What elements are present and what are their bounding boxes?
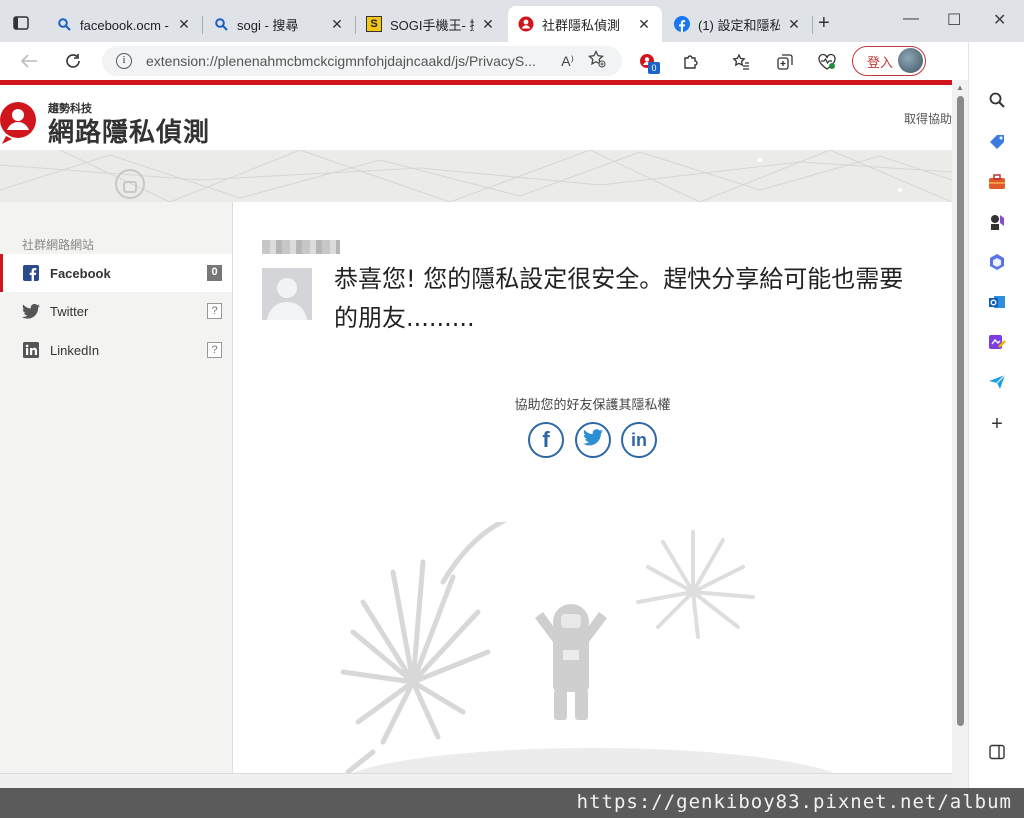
watermark-text: https://genkiboy83.pixnet.net/album (576, 791, 1012, 813)
sidebar-item-twitter[interactable]: Twitter ? (0, 292, 232, 330)
share-label: 協助您的好友保護其隱私權 (514, 398, 671, 413)
watermark-bar: https://genkiboy83.pixnet.net/album (0, 788, 1024, 818)
url-text[interactable]: extension://plenenahmcbmckcigmnfohjdajnc… (146, 53, 541, 69)
new-tab-button[interactable]: + (818, 12, 830, 35)
sidebar-item-linkedin[interactable]: LinkedIn ? (0, 331, 232, 369)
tab-label: SOGI手機王- 提供 (390, 17, 474, 33)
tools-briefcase-icon[interactable] (987, 172, 1007, 192)
browser-toolbar: i extension://plenenahmcbmckcigmnfohjdaj… (0, 42, 1024, 80)
login-button[interactable]: 登入 (852, 46, 926, 76)
microsoft-365-icon[interactable] (987, 252, 1007, 272)
sidebar-item-label: LinkedIn (50, 342, 100, 358)
maximize-button[interactable]: ☐ (947, 10, 961, 30)
sidebar-item-label: Facebook (50, 265, 111, 281)
result-message: 恭喜您! 您的隱私設定很安全。趕快分享給可能也需要的朋友......... (334, 265, 904, 332)
shopping-tag-icon[interactable] (987, 132, 1007, 152)
celebration-illustration (313, 514, 873, 788)
share-linkedin-button[interactable]: in (621, 422, 657, 458)
tab-facebook-settings[interactable]: (1) 設定和隱私 | F ✕ (664, 6, 812, 42)
tab-actions-icon[interactable] (10, 12, 32, 34)
hide-sidebar-icon[interactable] (987, 742, 1007, 762)
facebook-icon (22, 264, 40, 282)
linkedin-icon (22, 341, 40, 359)
back-button[interactable] (18, 50, 40, 72)
page-scrollbar[interactable]: ▲ (952, 80, 968, 788)
tab-label: (1) 設定和隱私 | F (698, 17, 780, 33)
browser-tab-bar: facebook.ocm - 搜 ✕ sogi - 搜尋 ✕ S SOGI手機王… (0, 0, 1024, 42)
add-sidebar-icon[interactable]: + (987, 413, 1007, 435)
page-bottom-bar (0, 773, 952, 788)
facebook-logo-icon (674, 16, 690, 32)
read-aloud-icon[interactable]: A⁾ (561, 53, 574, 70)
scroll-up-icon[interactable]: ▲ (956, 83, 964, 92)
page-viewport: 趨勢科技 網路隱私偵測 取得協助 社群網路網站 Facebook 0 Twitt… (0, 80, 952, 788)
designer-icon[interactable] (987, 332, 1007, 352)
social-network-sidebar: 社群網路網站 Facebook 0 Twitter ? LinkedIn ? (0, 202, 233, 788)
privacy-scanner-logo-icon (0, 100, 40, 144)
add-favorite-icon[interactable] (588, 49, 606, 72)
close-icon[interactable]: ✕ (329, 16, 345, 33)
close-icon[interactable]: ✕ (636, 16, 652, 33)
page-title: 網路隱私偵測 (48, 118, 211, 148)
help-link[interactable]: 取得協助 (904, 110, 952, 127)
tab-sogi-search[interactable]: sogi - 搜尋 ✕ (203, 6, 355, 42)
search-icon[interactable] (987, 90, 1007, 110)
privacy-logo-icon (518, 16, 534, 32)
blurred-username (262, 240, 340, 254)
issue-count-badge: ? (207, 303, 222, 319)
tab-label: facebook.ocm - 搜 (80, 17, 170, 33)
profile-avatar-placeholder (262, 268, 312, 320)
close-window-button[interactable]: ✕ (993, 10, 1006, 30)
tab-facebook-search[interactable]: facebook.ocm - 搜 ✕ (46, 6, 202, 42)
tab-label: sogi - 搜尋 (237, 17, 299, 33)
twitter-icon (22, 302, 40, 320)
extension-badge: 0 (648, 62, 660, 74)
tab-label: 社群隱私偵測 (542, 17, 621, 33)
share-facebook-button[interactable]: f (528, 422, 564, 458)
avatar (898, 48, 923, 73)
collections-icon[interactable] (775, 52, 795, 72)
share-twitter-button[interactable] (575, 422, 611, 458)
minimize-button[interactable]: — (903, 10, 919, 28)
issue-count-badge: ? (207, 342, 222, 358)
outlook-icon[interactable] (987, 292, 1007, 312)
favorites-icon[interactable] (731, 52, 751, 72)
send-icon[interactable] (987, 372, 1007, 392)
refresh-button[interactable] (62, 50, 84, 72)
login-label: 登入 (867, 54, 894, 70)
main-content: 恭喜您! 您的隱私設定很安全。趕快分享給可能也需要的朋友......... 協助… (233, 202, 952, 788)
extensions-puzzle-icon[interactable] (681, 52, 701, 72)
tab-sogi-site[interactable]: S SOGI手機王- 提供 ✕ (356, 6, 506, 42)
header-banner (0, 150, 952, 202)
close-icon[interactable]: ✕ (176, 16, 192, 33)
sidebar-item-facebook[interactable]: Facebook 0 (0, 254, 232, 292)
browser-essentials-icon[interactable] (817, 52, 837, 72)
address-bar[interactable]: i extension://plenenahmcbmckcigmnfohjdaj… (102, 46, 622, 76)
close-icon[interactable]: ✕ (480, 16, 496, 33)
edge-sidebar: + (968, 42, 1024, 788)
games-icon[interactable] (987, 212, 1007, 232)
search-icon (56, 16, 72, 32)
close-icon[interactable]: ✕ (786, 16, 802, 33)
extension-icon[interactable]: 0 (638, 52, 660, 74)
sidebar-heading: 社群網路網站 (22, 238, 95, 252)
tab-separator (812, 16, 813, 34)
twitter-icon (583, 429, 603, 451)
scrollbar-thumb[interactable] (957, 96, 964, 726)
accent-bar (0, 80, 952, 85)
site-info-icon[interactable]: i (116, 53, 132, 69)
facebook-icon: f (542, 427, 550, 452)
sogi-logo-icon: S (366, 16, 382, 32)
linkedin-icon: in (631, 429, 647, 450)
tab-privacy-scanner[interactable]: 社群隱私偵測 ✕ (508, 6, 662, 42)
sidebar-item-label: Twitter (50, 303, 89, 319)
issue-count-badge: 0 (207, 265, 222, 281)
search-icon (213, 16, 229, 32)
